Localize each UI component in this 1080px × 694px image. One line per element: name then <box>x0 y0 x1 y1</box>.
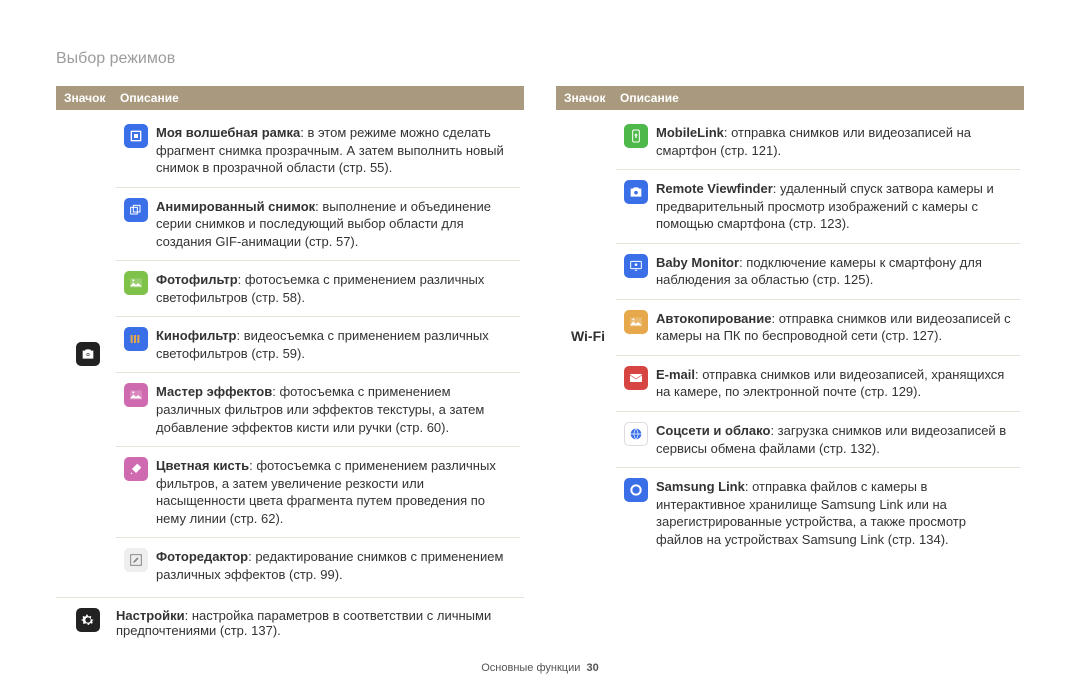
list-item: Фотофильтр: фотосъемка с применением раз… <box>116 261 520 317</box>
item-description: Цветная кисть: фотосъемка с применением … <box>156 451 520 533</box>
item-description: Baby Monitor: подключение камеры к смарт… <box>656 248 1020 295</box>
settings-gear-icon <box>76 608 100 632</box>
th-desc: Описание <box>620 91 1016 105</box>
item-description: Фоторедактор: редактирование снимков с п… <box>156 542 520 589</box>
settings-desc: Настройки: настройка параметров в соотве… <box>116 602 520 644</box>
wifi-label: Wi-Fi <box>560 328 616 344</box>
th-icon: Значок <box>564 91 620 105</box>
item-description: Моя волшебная рамка: в этом режиме можно… <box>156 118 520 183</box>
list-item: Соцсети и облако: загрузка снимков или в… <box>616 412 1020 468</box>
table-header: Значок Описание <box>556 86 1024 110</box>
list-item: Мастер эффектов: фотосъемка с применение… <box>116 373 520 447</box>
list-item: Анимированный снимок: выполнение и объед… <box>116 188 520 262</box>
color-brush-icon <box>124 457 148 481</box>
list-item: Моя волшебная рамка: в этом режиме можно… <box>116 114 520 188</box>
animated-icon <box>124 198 148 222</box>
item-description: Samsung Link: отправка файлов с камеры в… <box>656 472 1020 554</box>
list-item: Фоторедактор: редактирование снимков с п… <box>116 538 520 593</box>
table-row: Моя волшебная рамка: в этом режиме можно… <box>56 110 524 598</box>
list-item: Цветная кисть: фотосъемка с применением … <box>116 447 520 538</box>
left-column: Значок Описание Моя волшебная рамка: в э… <box>56 86 524 648</box>
list-item: Remote Viewfinder: удаленный спуск затво… <box>616 170 1020 244</box>
th-icon: Значок <box>64 91 120 105</box>
list-item: Кинофильтр: видеосъемка с применением ра… <box>116 317 520 373</box>
table-row: Wi-Fi MobileLink: отправка снимков или в… <box>556 110 1024 562</box>
th-desc: Описание <box>120 91 516 105</box>
baby-monitor-icon <box>624 254 648 278</box>
mobilelink-icon <box>624 124 648 148</box>
photo-filter-icon <box>124 271 148 295</box>
list-item: E-mail: отправка снимков или видеозаписе… <box>616 356 1020 412</box>
item-description: Кинофильтр: видеосъемка с применением ра… <box>156 321 520 368</box>
list-item: Samsung Link: отправка файлов с камеры в… <box>616 468 1020 558</box>
page-footer: Основные функции 30 <box>56 662 1024 674</box>
effects-master-icon <box>124 383 148 407</box>
autobackup-icon <box>624 310 648 334</box>
item-description: Remote Viewfinder: удаленный спуск затво… <box>656 174 1020 239</box>
item-description: Мастер эффектов: фотосъемка с применение… <box>156 377 520 442</box>
cloud-icon <box>624 422 648 446</box>
table-header: Значок Описание <box>56 86 524 110</box>
magic-frame-icon <box>124 124 148 148</box>
item-description: MobileLink: отправка снимков или видеоза… <box>656 118 1020 165</box>
item-description: Анимированный снимок: выполнение и объед… <box>156 192 520 257</box>
item-description: E-mail: отправка снимков или видеозаписе… <box>656 360 1020 407</box>
photo-editor-icon <box>124 548 148 572</box>
remote-viewfinder-icon <box>624 180 648 204</box>
list-item: Baby Monitor: подключение камеры к смарт… <box>616 244 1020 300</box>
page-title: Выбор режимов <box>56 50 1024 68</box>
camera-star-icon <box>76 342 100 366</box>
list-item: MobileLink: отправка снимков или видеоза… <box>616 114 1020 170</box>
item-description: Соцсети и облако: загрузка снимков или в… <box>656 416 1020 463</box>
list-item: Автокопирование: отправка снимков или ви… <box>616 300 1020 356</box>
item-description: Автокопирование: отправка снимков или ви… <box>656 304 1020 351</box>
right-column: Значок Описание Wi-Fi MobileLink: отправ… <box>556 86 1024 648</box>
samsung-link-icon <box>624 478 648 502</box>
email-icon <box>624 366 648 390</box>
item-description: Фотофильтр: фотосъемка с применением раз… <box>156 265 520 312</box>
movie-filter-icon <box>124 327 148 351</box>
table-row: Настройки: настройка параметров в соотве… <box>56 598 524 648</box>
